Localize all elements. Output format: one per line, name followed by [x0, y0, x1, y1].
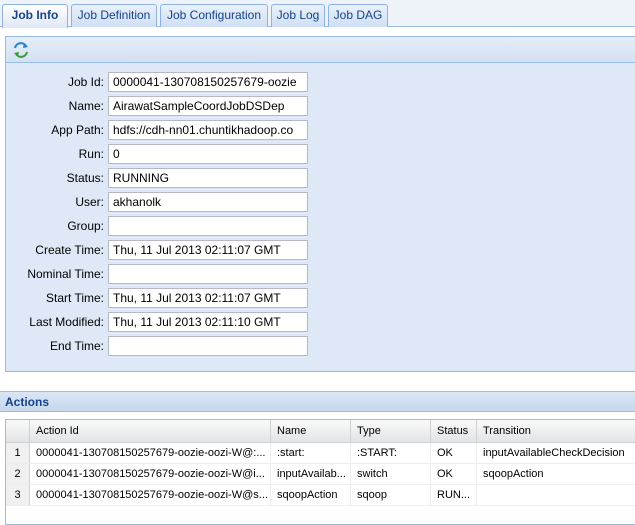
job-id-label: Job Id:: [67, 75, 104, 89]
tab-job-log[interactable]: Job Log: [271, 4, 325, 27]
field-row-user: User: akhanolk: [6, 192, 308, 212]
column-header-name[interactable]: Name: [271, 420, 351, 442]
app-path-label: App Path:: [51, 123, 104, 137]
field-row-last-modified: Last Modified: Thu, 11 Jul 2013 02:11:10…: [6, 312, 308, 332]
user-field[interactable]: akhanolk: [108, 192, 308, 212]
action-id-cell: 0000041-130708150257679-oozie-oozi-W@s..…: [30, 485, 271, 505]
row-number-header: [6, 420, 30, 442]
last-modified-label: Last Modified:: [29, 315, 104, 329]
tab-job-definition[interactable]: Job Definition: [71, 4, 157, 27]
field-row-start-time: Start Time: Thu, 11 Jul 2013 02:11:07 GM…: [6, 288, 308, 308]
group-label: Group:: [67, 219, 104, 233]
end-time-label: End Time:: [49, 339, 104, 353]
toolbar: [6, 37, 635, 63]
tab-job-dag[interactable]: Job DAG: [328, 4, 388, 27]
nominal-time-label: Nominal Time:: [27, 267, 104, 281]
table-row[interactable]: 1 0000041-130708150257679-oozie-oozi-W@:…: [6, 443, 635, 464]
status-field[interactable]: RUNNING: [108, 168, 308, 188]
column-header-type[interactable]: Type: [351, 420, 431, 442]
tab-bar: Job Info Job Definition Job Configuratio…: [0, 0, 635, 28]
type-cell: switch: [351, 464, 431, 484]
transition-cell: [477, 485, 635, 505]
field-row-run: Run: 0: [6, 144, 308, 164]
table-row[interactable]: 3 0000041-130708150257679-oozie-oozi-W@s…: [6, 485, 635, 506]
status-cell: OK: [431, 464, 477, 484]
actions-header: Actions: [0, 391, 635, 412]
action-id-cell: 0000041-130708150257679-oozie-oozi-W@:..…: [30, 443, 271, 463]
field-row-job-id: Job Id: 0000041-130708150257679-oozie: [6, 72, 308, 92]
name-cell: inputAvailab...: [271, 464, 351, 484]
column-header-action-id[interactable]: Action Id: [30, 420, 271, 442]
field-row-app-path: App Path: hdfs://cdh-nn01.chuntikhadoop.…: [6, 120, 308, 140]
status-cell: RUN...: [431, 485, 477, 505]
field-row-end-time: End Time:: [6, 336, 308, 356]
tab-job-info[interactable]: Job Info: [2, 4, 68, 28]
run-field[interactable]: 0: [108, 144, 308, 164]
name-cell: sqoopAction: [271, 485, 351, 505]
transition-cell: inputAvailableCheckDecision: [483, 447, 625, 459]
nominal-time-field[interactable]: [108, 264, 308, 284]
name-label: Name:: [68, 99, 104, 113]
type-cell: sqoop: [351, 485, 431, 505]
user-label: User:: [75, 195, 104, 209]
field-row-name: Name: AirawatSampleCoordJobDSDep: [6, 96, 308, 116]
name-cell: :start:: [271, 443, 351, 463]
field-row-status: Status: RUNNING: [6, 168, 308, 188]
status-cell: OK: [431, 443, 477, 463]
type-cell: :START:: [351, 443, 431, 463]
app-path-field[interactable]: hdfs://cdh-nn01.chuntikhadoop.co: [108, 120, 308, 140]
status-label: Status:: [66, 171, 104, 185]
column-header-status[interactable]: Status: [431, 420, 477, 442]
start-time-field[interactable]: Thu, 11 Jul 2013 02:11:07 GMT: [108, 288, 308, 308]
refresh-icon[interactable]: [12, 41, 30, 59]
row-number: 3: [6, 485, 30, 505]
start-time-label: Start Time:: [45, 291, 104, 305]
name-field[interactable]: AirawatSampleCoordJobDSDep: [108, 96, 308, 116]
column-header-transition[interactable]: Transition: [477, 420, 635, 442]
transition-cell: sqoopAction: [483, 468, 544, 480]
tab-job-configuration[interactable]: Job Configuration: [160, 4, 268, 27]
job-info-panel: Job Id: 0000041-130708150257679-oozie Na…: [5, 36, 635, 372]
field-row-nominal-time: Nominal Time:: [6, 264, 308, 284]
action-id-cell: 0000041-130708150257679-oozie-oozi-W@i..…: [30, 464, 271, 484]
last-modified-field[interactable]: Thu, 11 Jul 2013 02:11:10 GMT: [108, 312, 308, 332]
actions-grid: Action Id Name Type Status Transition 1 …: [5, 419, 635, 525]
row-number: 2: [6, 464, 30, 484]
create-time-field[interactable]: Thu, 11 Jul 2013 02:11:07 GMT: [108, 240, 308, 260]
field-row-group: Group:: [6, 216, 308, 236]
row-number: 1: [6, 443, 30, 463]
run-label: Run:: [78, 147, 104, 161]
job-id-field[interactable]: 0000041-130708150257679-oozie: [108, 72, 308, 92]
create-time-label: Create Time:: [35, 243, 104, 257]
actions-title: Actions: [5, 395, 50, 409]
table-row[interactable]: 2 0000041-130708150257679-oozie-oozi-W@i…: [6, 464, 635, 485]
field-row-create-time: Create Time: Thu, 11 Jul 2013 02:11:07 G…: [6, 240, 308, 260]
group-field[interactable]: [108, 216, 308, 236]
grid-header: Action Id Name Type Status Transition: [6, 420, 635, 443]
end-time-field[interactable]: [108, 336, 308, 356]
